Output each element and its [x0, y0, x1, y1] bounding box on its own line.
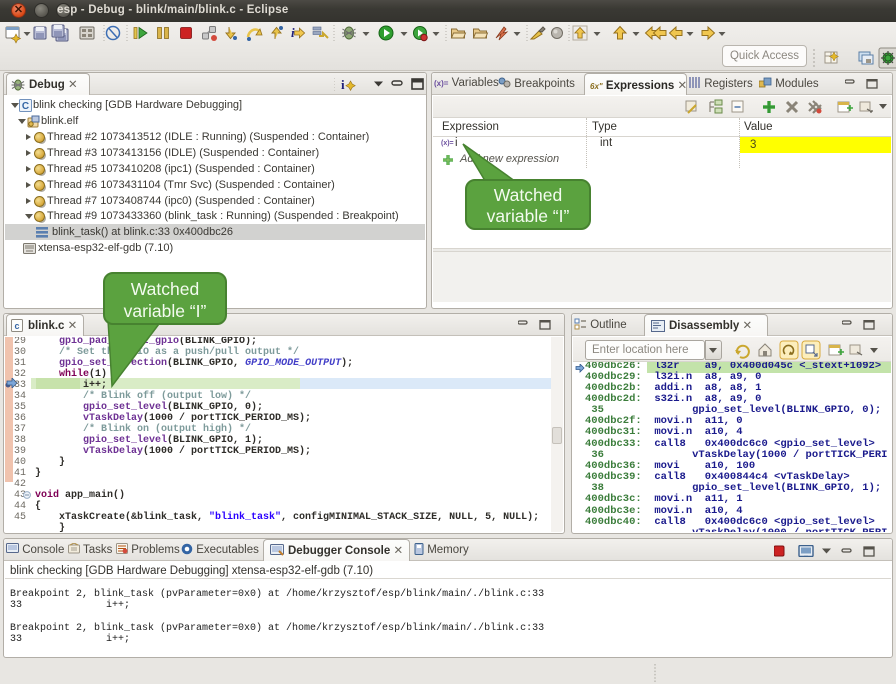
svg-text:C: C [22, 101, 29, 112]
svg-text:i: i [341, 77, 345, 92]
svg-text:c: c [14, 321, 19, 331]
